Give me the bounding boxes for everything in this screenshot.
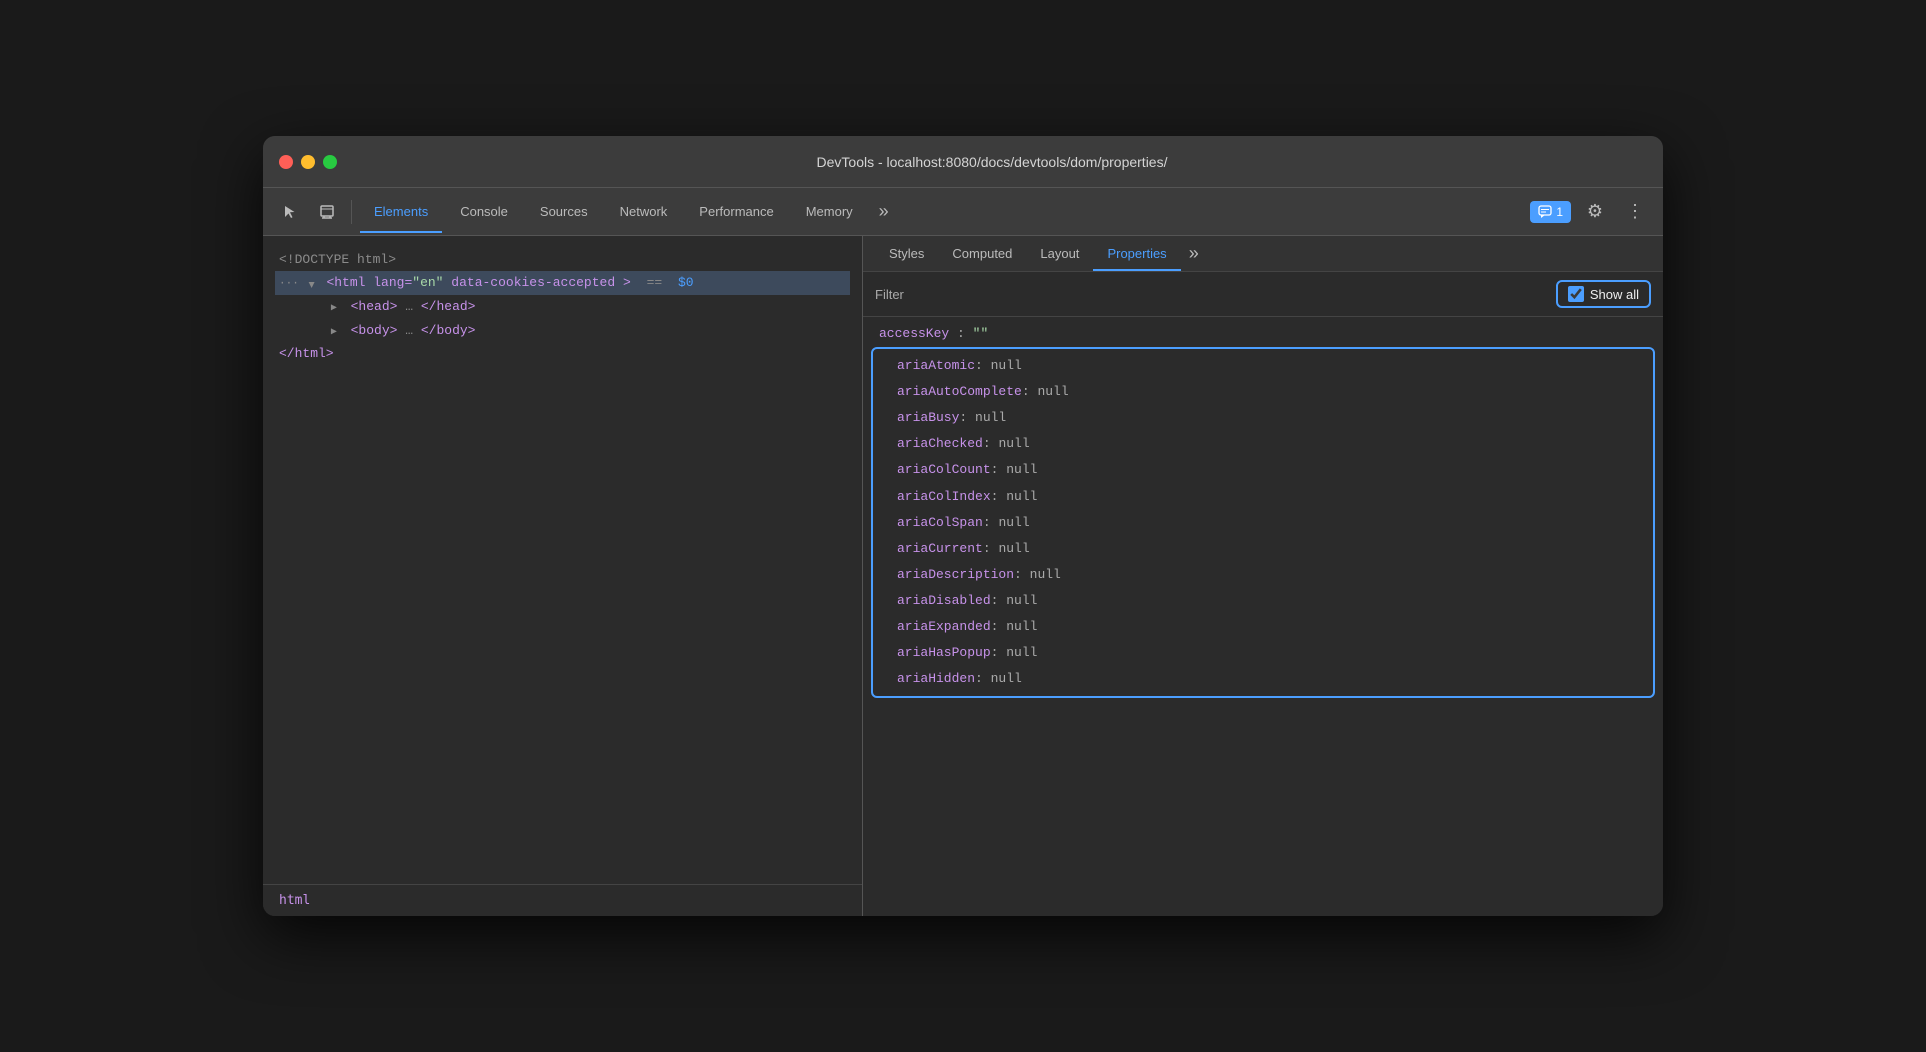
body-element-line[interactable]: <body> … </body> [279,319,846,342]
props-more-tabs-button[interactable]: » [1181,239,1207,268]
toolbar-divider [351,200,352,224]
doctype-line: <!DOCTYPE html> [279,248,846,271]
filter-label: Filter [875,287,1556,302]
chat-icon [1538,205,1552,219]
close-button[interactable] [279,155,293,169]
accesskey-property: accessKey : "" [863,321,1663,347]
show-all-container: Show all [1556,280,1651,308]
property-item: ariaDescription: null [881,562,1645,588]
toolbar-more-tabs-button[interactable]: » [871,197,897,226]
main-content: <!DOCTYPE html> ··· <html lang="en" data… [263,236,1663,916]
more-menu-button[interactable]: ⋮ [1619,196,1651,228]
tab-properties[interactable]: Properties [1093,236,1180,271]
inspect-icon [319,204,335,220]
tab-network[interactable]: Network [606,198,682,225]
maximize-button[interactable] [323,155,337,169]
property-item: ariaAtomic: null [881,353,1645,379]
property-item: ariaCurrent: null [881,536,1645,562]
head-expand-triangle[interactable] [331,295,343,318]
property-item: ariaHasPopup: null [881,640,1645,666]
toolbar: Elements Console Sources Network Perform… [263,188,1663,236]
dom-tree: <!DOCTYPE html> ··· <html lang="en" data… [263,236,862,884]
titlebar: DevTools - localhost:8080/docs/devtools/… [263,136,1663,188]
minimize-button[interactable] [301,155,315,169]
window-title: DevTools - localhost:8080/docs/devtools/… [337,154,1647,170]
property-item: ariaDisabled: null [881,588,1645,614]
more-menu-icon: ⋮ [1626,201,1644,222]
properties-tabs: Styles Computed Layout Properties » [863,236,1663,272]
tab-layout[interactable]: Layout [1026,236,1093,271]
tab-computed[interactable]: Computed [938,236,1026,271]
props-list: ariaAtomic: nullariaAutoComplete: nullar… [881,353,1645,692]
settings-icon: ⚙ [1587,201,1603,222]
properties-panel: Styles Computed Layout Properties » Filt… [863,236,1663,916]
html-element-line[interactable]: ··· <html lang="en" data-cookies-accepte… [275,271,850,295]
tab-memory[interactable]: Memory [792,198,867,225]
toolbar-right: 1 ⚙ ⋮ [1530,196,1651,228]
doctype-text: <!DOCTYPE html> [279,252,396,267]
tab-styles[interactable]: Styles [875,236,938,271]
property-item: ariaColSpan: null [881,510,1645,536]
tab-sources[interactable]: Sources [526,198,602,225]
show-all-label: Show all [1590,287,1639,302]
html-lang-attr: lang= [373,275,412,290]
inspect-icon-button[interactable] [311,196,343,228]
property-item: ariaColCount: null [881,457,1645,483]
cursor-icon-button[interactable] [275,196,307,228]
html-expand-triangle[interactable] [307,271,319,294]
dom-panel: <!DOCTYPE html> ··· <html lang="en" data… [263,236,863,916]
messages-badge-button[interactable]: 1 [1530,201,1571,223]
breadcrumb-text: html [279,893,310,908]
property-item: ariaBusy: null [881,405,1645,431]
tab-performance[interactable]: Performance [685,198,787,225]
property-item: ariaColIndex: null [881,484,1645,510]
property-item: ariaChecked: null [881,431,1645,457]
property-item: ariaHidden: null [881,666,1645,692]
cursor-icon [283,204,299,220]
head-element-line[interactable]: <head> … </head> [279,295,846,318]
html-close-line: </html> [279,342,846,365]
tab-console[interactable]: Console [446,198,522,225]
devtools-window: DevTools - localhost:8080/docs/devtools/… [263,136,1663,916]
messages-count: 1 [1556,205,1563,219]
property-item: ariaAutoComplete: null [881,379,1645,405]
dom-breadcrumb: html [263,884,862,916]
settings-icon-button[interactable]: ⚙ [1579,196,1611,228]
filter-bar: Filter Show all [863,272,1663,317]
tab-elements[interactable]: Elements [360,198,442,225]
aria-properties-section: ariaAtomic: nullariaAutoComplete: nullar… [871,347,1655,698]
body-expand-triangle[interactable] [331,319,343,342]
html-open-tag: <html [326,275,373,290]
show-all-checkbox[interactable] [1568,286,1584,302]
properties-content: accessKey : "" ariaAtomic: nullariaAutoC… [863,317,1663,916]
traffic-lights [279,155,337,169]
property-item: ariaExpanded: null [881,614,1645,640]
